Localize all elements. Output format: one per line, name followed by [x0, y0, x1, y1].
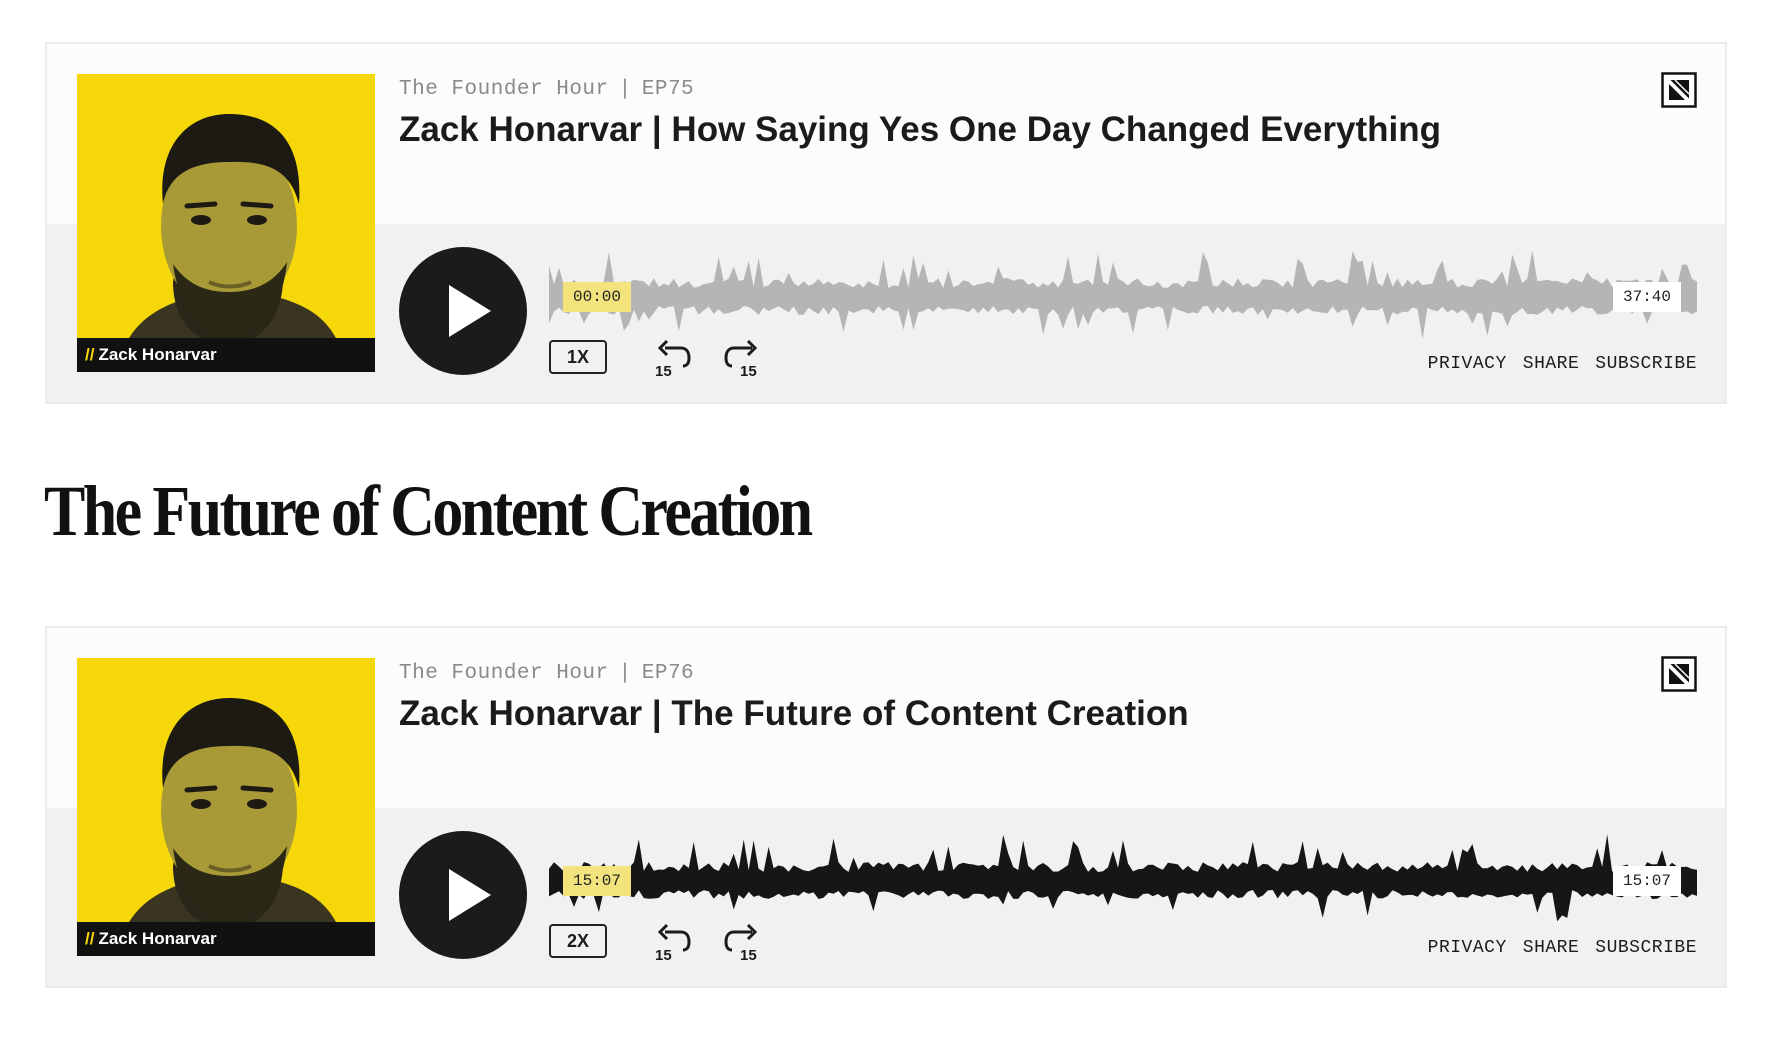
play-button[interactable]	[399, 831, 527, 959]
share-link[interactable]: SHARE	[1523, 354, 1580, 374]
waveform-shape	[549, 834, 1697, 922]
current-time: 15:07	[563, 866, 632, 896]
duration: 37:40	[1612, 282, 1681, 312]
forward-seconds: 15	[740, 947, 757, 962]
episode-title: Zack Honarvar | How Saying Yes One Day C…	[399, 110, 1441, 149]
playback-speed-button[interactable]: 2X	[549, 924, 607, 958]
waveform-scrubber[interactable]	[549, 242, 1697, 342]
rewind-15-button[interactable]: 15	[651, 920, 693, 962]
forward-15-icon: 15	[724, 923, 758, 962]
forward-15-button[interactable]: 15	[722, 336, 764, 378]
player-links: PRIVACY SHARE SUBSCRIBE	[1412, 354, 1697, 374]
brand-icon[interactable]	[1661, 72, 1697, 108]
rewind-seconds: 15	[655, 947, 672, 962]
episode-meta: The Founder Hour | EP75	[399, 78, 694, 101]
waveform-shape	[549, 250, 1697, 340]
rewind-15-icon: 15	[655, 339, 691, 378]
episode-cover-art: //Zack Honarvar	[77, 74, 375, 372]
subscribe-link[interactable]: SUBSCRIBE	[1595, 938, 1697, 958]
current-time: 00:00	[563, 282, 632, 312]
cover-name-bar: //Zack Honarvar	[77, 922, 375, 956]
share-link[interactable]: SHARE	[1523, 938, 1580, 958]
episode-title: Zack Honarvar | The Future of Content Cr…	[399, 694, 1189, 733]
play-icon	[449, 869, 491, 921]
meta-separator: |	[618, 78, 632, 101]
cover-name-bar: //Zack Honarvar	[77, 338, 375, 372]
cover-guest-name: Zack Honarvar	[98, 345, 217, 364]
player-links: PRIVACY SHARE SUBSCRIBE	[1412, 938, 1697, 958]
podcast-player-ep75: //Zack Honarvar The Founder Hour | EP75 Za…	[45, 42, 1727, 404]
brand-icon[interactable]	[1661, 656, 1697, 692]
cover-guest-name: Zack Honarvar	[98, 929, 217, 948]
forward-seconds: 15	[740, 363, 757, 378]
forward-15-button[interactable]: 15	[722, 920, 764, 962]
guest-portrait	[117, 698, 347, 956]
rewind-15-button[interactable]: 15	[651, 336, 693, 378]
episode-meta: The Founder Hour | EP76	[399, 662, 694, 685]
meta-separator: |	[618, 662, 632, 685]
play-icon	[449, 285, 491, 337]
episode-cover-art: //Zack Honarvar	[77, 658, 375, 956]
episode-number: EP76	[641, 662, 695, 685]
show-name: The Founder Hour	[399, 662, 609, 685]
section-heading: The Future of Content Creation	[44, 471, 813, 551]
cover-slashes: //	[85, 345, 95, 364]
show-name: The Founder Hour	[399, 78, 609, 101]
duration: 15:07	[1612, 866, 1681, 896]
rewind-seconds: 15	[655, 363, 672, 378]
privacy-link[interactable]: PRIVACY	[1428, 354, 1507, 374]
privacy-link[interactable]: PRIVACY	[1428, 938, 1507, 958]
episode-number: EP75	[641, 78, 695, 101]
rewind-15-icon: 15	[655, 923, 691, 962]
playback-speed-button[interactable]: 1X	[549, 340, 607, 374]
podcast-player-ep76: //Zack Honarvar The Founder Hour | EP76 Za…	[45, 626, 1727, 988]
forward-15-icon: 15	[724, 339, 758, 378]
waveform-scrubber[interactable]	[549, 826, 1697, 926]
play-button[interactable]	[399, 247, 527, 375]
subscribe-link[interactable]: SUBSCRIBE	[1595, 354, 1697, 374]
guest-portrait	[117, 114, 347, 372]
cover-slashes: //	[85, 929, 95, 948]
